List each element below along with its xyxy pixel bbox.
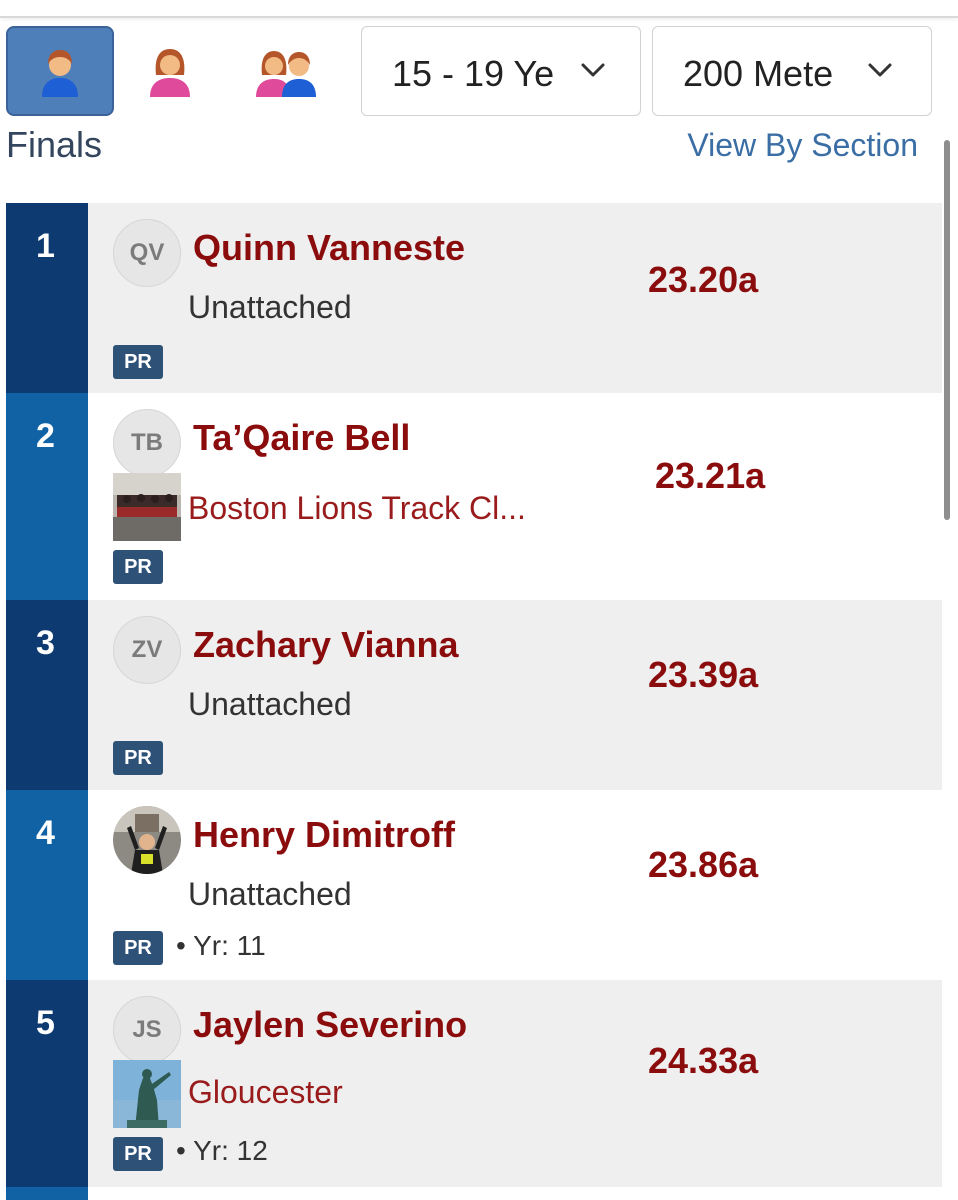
result-mark: 23.39a: [648, 654, 759, 695]
chevron-down-icon: [868, 63, 892, 77]
female-filter-button[interactable]: [116, 26, 224, 116]
top-bar-edge: [0, 0, 958, 18]
result-row[interactable]: 5 JS Jaylen Severino Gloucester PR • Yr:…: [6, 980, 942, 1187]
team-link[interactable]: Boston Lions Track Cl...: [188, 490, 526, 527]
pr-badge: PR: [113, 931, 163, 965]
team-logo-image: [113, 473, 181, 541]
team-logo-image: [113, 1060, 181, 1128]
age-group-select[interactable]: 15 - 19 Ye: [361, 26, 641, 116]
chevron-down-icon: [581, 63, 605, 77]
result-row[interactable]: 3 ZV Zachary Vianna Unattached PR 23.39a: [6, 600, 942, 790]
athlete-name[interactable]: Zachary Vianna: [193, 624, 458, 666]
view-by-section-link[interactable]: View By Section: [687, 127, 918, 164]
class-year: • Yr: 12: [176, 1135, 268, 1166]
male-filter-button[interactable]: [6, 26, 114, 116]
result-mark: 24.33a: [648, 1040, 759, 1081]
place-number: 2: [36, 417, 55, 455]
athlete-photo: [113, 806, 181, 874]
athlete-name[interactable]: Jaylen Severino: [193, 1004, 467, 1046]
section-title: Finals: [6, 124, 103, 165]
place-cell: 3: [6, 600, 88, 790]
team-link[interactable]: Gloucester: [188, 1074, 343, 1111]
team-name: Unattached: [188, 876, 352, 912]
place-cell: 5: [6, 980, 88, 1187]
place-cell: 2: [6, 393, 88, 600]
place-number: 5: [36, 1004, 55, 1042]
couple-icon: [256, 51, 316, 97]
result-mark: 23.86a: [648, 844, 759, 885]
result-row[interactable]: 4 Henry Dimitroff Unattached PR • Yr: 11…: [6, 790, 942, 980]
female-person-icon: [150, 49, 190, 97]
pr-badge: PR: [113, 550, 163, 584]
event-value: 200 Mete: [683, 53, 834, 94]
result-row[interactable]: 2 TB Ta’Qaire Bell Boston Lions Track Cl…: [6, 393, 942, 600]
class-year: • Yr: 11: [176, 930, 266, 961]
place-cell: 4: [6, 790, 88, 980]
athlete-name[interactable]: Ta’Qaire Bell: [193, 417, 410, 459]
team-name: Unattached: [188, 289, 352, 325]
athlete-avatar: ZV: [113, 616, 181, 684]
pr-badge: PR: [113, 741, 163, 775]
male-person-icon: [42, 50, 78, 97]
result-row[interactable]: [6, 1187, 942, 1200]
place-cell: [6, 1187, 88, 1200]
athlete-avatar: QV: [113, 219, 181, 287]
result-mark: 23.20a: [648, 259, 759, 300]
athlete-name[interactable]: Henry Dimitroff: [193, 814, 455, 856]
athlete-avatar: TB: [113, 409, 181, 477]
athlete-avatar: JS: [113, 996, 181, 1064]
athlete-name[interactable]: Quinn Vanneste: [193, 227, 465, 269]
place-number: 3: [36, 624, 55, 662]
place-cell: 1: [6, 203, 88, 393]
pr-badge: PR: [113, 1137, 163, 1171]
team-name: Unattached: [188, 686, 352, 722]
place-number: 4: [36, 814, 55, 852]
result-mark: 23.21a: [655, 455, 766, 496]
event-select[interactable]: 200 Mete: [652, 26, 932, 116]
pr-badge: PR: [113, 345, 163, 379]
place-number: 1: [36, 227, 55, 265]
age-group-value: 15 - 19 Ye: [392, 53, 555, 94]
scrollbar[interactable]: [944, 140, 950, 520]
result-row[interactable]: 1 QV Quinn Vanneste Unattached PR 23.20a: [6, 203, 942, 393]
mixed-filter-button[interactable]: [232, 26, 340, 116]
